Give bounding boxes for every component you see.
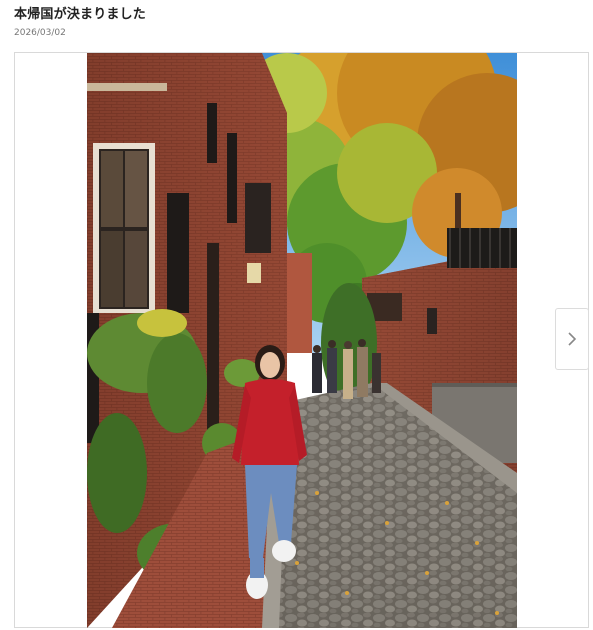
post-photo[interactable] bbox=[87, 53, 517, 628]
post-date: 2026/03/02 bbox=[14, 28, 66, 38]
post-title: 本帰国が決まりました bbox=[14, 7, 147, 22]
chevron-right-icon bbox=[568, 332, 577, 346]
next-image-button[interactable] bbox=[555, 308, 589, 370]
